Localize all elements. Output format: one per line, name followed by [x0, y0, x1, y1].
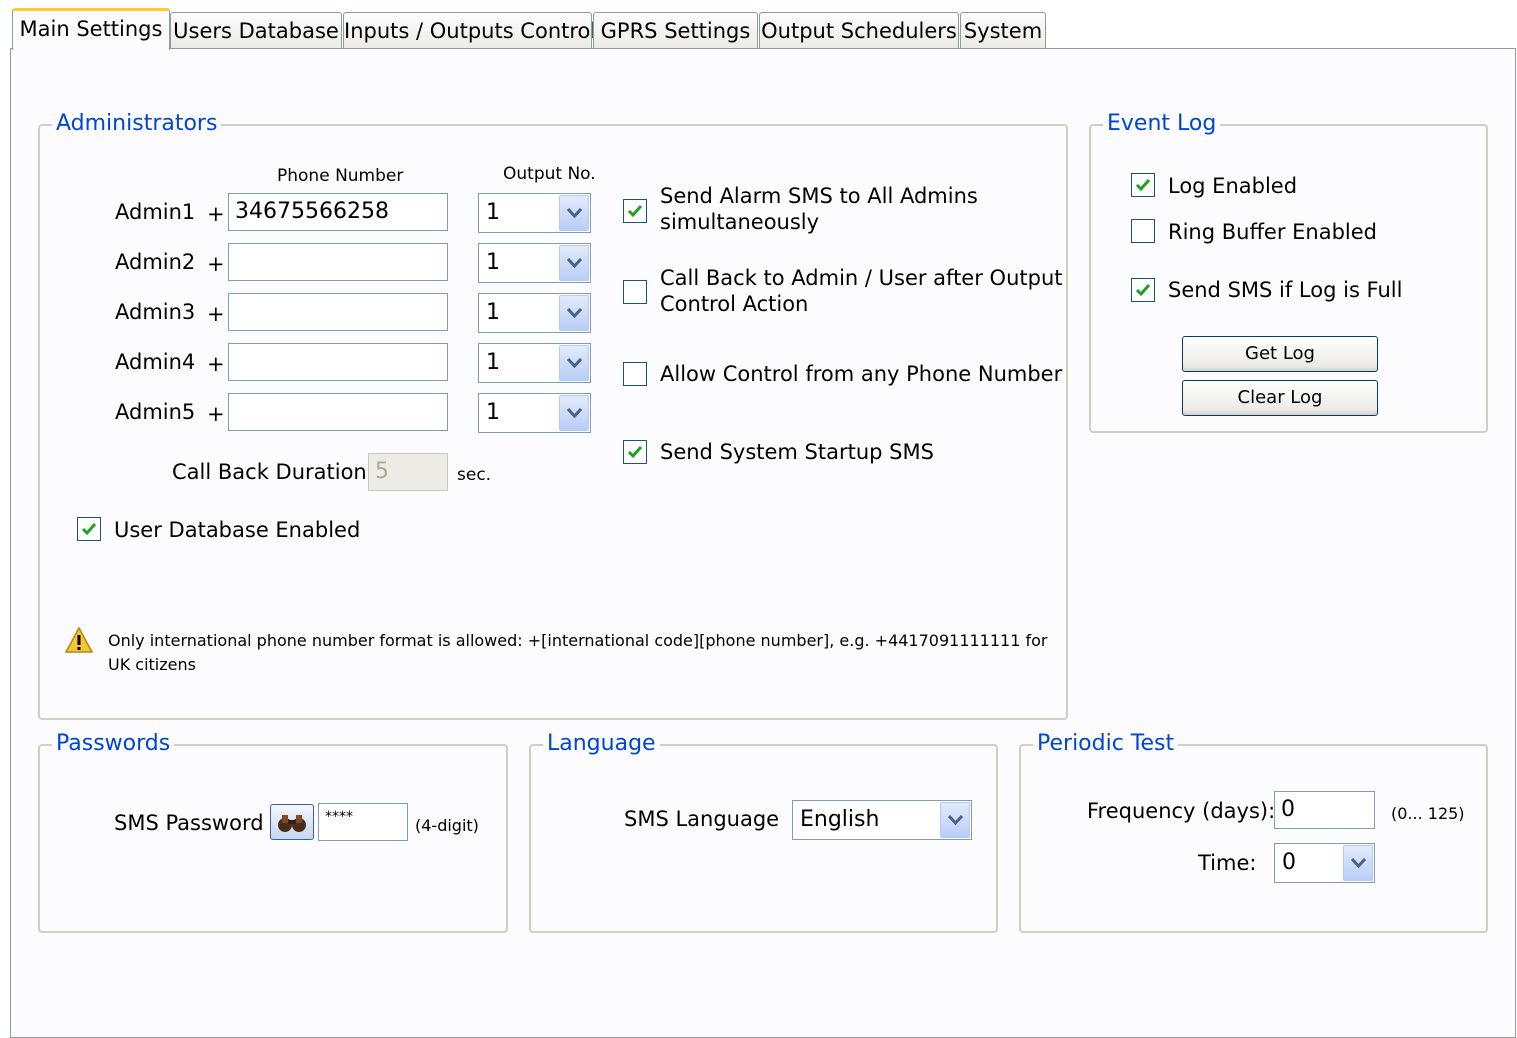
chevron-down-icon[interactable] — [940, 802, 970, 838]
admin2-phone-input[interactable] — [228, 243, 448, 281]
send-alarm-all-admins-label-1: Send Alarm SMS to All Admins — [660, 184, 978, 208]
admin2-label: Admin2 — [115, 250, 196, 274]
callback-unit: sec. — [457, 465, 492, 485]
time-label: Time: — [1198, 851, 1257, 875]
admin5-output-value: 1 — [486, 400, 500, 425]
sms-if-log-full-label: Send SMS if Log is Full — [1168, 278, 1403, 302]
call-back-after-control-label-1: Call Back to Admin / User after Output — [660, 266, 1063, 290]
user-database-checkbox[interactable] — [77, 517, 101, 541]
admin4-output-value: 1 — [486, 350, 500, 375]
frequency-label: Frequency (days): — [1087, 799, 1276, 823]
clear-log-button[interactable]: Clear Log — [1182, 380, 1378, 416]
tab-system[interactable]: System — [960, 12, 1046, 48]
admin3-plus: + — [207, 302, 225, 326]
chevron-down-icon[interactable] — [559, 245, 589, 281]
tab-output-schedulers[interactable]: Output Schedulers — [759, 12, 959, 48]
administrators-title: Administrators — [52, 110, 222, 138]
frequency-range: (0... 125) — [1391, 804, 1465, 823]
periodic-test-title: Periodic Test — [1033, 730, 1179, 758]
warning-icon — [64, 626, 94, 658]
event-log-title: Event Log — [1103, 110, 1221, 138]
chevron-down-icon[interactable] — [559, 345, 589, 381]
warning-text-line2: UK citizens — [108, 655, 196, 674]
sms-password-hint: (4-digit) — [415, 816, 479, 835]
show-password-button[interactable] — [270, 804, 314, 840]
send-alarm-all-admins-checkbox[interactable] — [623, 199, 647, 223]
periodic-test-group: Periodic Test — [1019, 730, 1488, 933]
output-no-header: Output No. — [503, 164, 596, 184]
language-title: Language — [543, 730, 660, 758]
chevron-down-icon[interactable] — [559, 295, 589, 331]
admin1-plus: + — [207, 202, 225, 226]
send-alarm-all-admins-label-2: simultaneously — [660, 210, 820, 234]
callback-duration-label: Call Back Duration — [172, 460, 367, 484]
admin4-label: Admin4 — [115, 350, 196, 374]
sms-password-label: SMS Password — [114, 811, 264, 835]
callback-duration-input: 5 — [368, 453, 448, 491]
admin4-phone-input[interactable] — [228, 343, 448, 381]
tab-gprs-settings[interactable]: GPRS Settings — [593, 12, 758, 48]
chevron-down-icon[interactable] — [1343, 845, 1373, 881]
call-back-after-control-checkbox[interactable] — [623, 280, 647, 304]
time-value: 0 — [1282, 850, 1296, 875]
user-database-label: User Database Enabled — [114, 518, 361, 542]
sms-language-value: English — [800, 807, 880, 832]
warning-text-line1: Only international phone number format i… — [108, 631, 1048, 650]
chevron-down-icon[interactable] — [559, 395, 589, 431]
time-select[interactable]: 0 — [1274, 843, 1375, 883]
admin4-output-select[interactable]: 1 — [478, 343, 591, 383]
admin2-output-value: 1 — [486, 250, 500, 275]
sms-language-select[interactable]: English — [792, 800, 972, 840]
allow-control-any-phone-label: Allow Control from any Phone Number — [660, 362, 1063, 386]
admin1-output-value: 1 — [486, 200, 500, 225]
admin3-output-select[interactable]: 1 — [478, 293, 591, 333]
admin1-phone-input[interactable]: 34675566258 — [228, 193, 448, 231]
tab-inputs-outputs-control[interactable]: Inputs / Outputs Control — [343, 12, 596, 48]
binoculars-icon — [278, 815, 306, 832]
call-back-after-control-label-2: Control Action — [660, 292, 809, 316]
admin3-label: Admin3 — [115, 300, 196, 324]
send-startup-sms-label: Send System Startup SMS — [660, 440, 934, 464]
admin1-output-select[interactable]: 1 — [478, 193, 591, 233]
get-log-button[interactable]: Get Log — [1182, 336, 1378, 372]
admin3-output-value: 1 — [486, 300, 500, 325]
admin4-plus: + — [207, 352, 225, 376]
admin5-phone-input[interactable] — [228, 393, 448, 431]
passwords-title: Passwords — [52, 730, 175, 758]
admin5-plus: + — [207, 402, 225, 426]
frequency-input[interactable]: 0 — [1274, 791, 1375, 829]
admin2-plus: + — [207, 252, 225, 276]
tab-main-settings[interactable]: Main Settings — [12, 8, 170, 50]
admin1-label: Admin1 — [115, 200, 196, 224]
tab-strip: Main Settings Users Database Inputs / Ou… — [10, 8, 1517, 50]
chevron-down-icon[interactable] — [559, 195, 589, 231]
admin2-output-select[interactable]: 1 — [478, 243, 591, 283]
ring-buffer-label: Ring Buffer Enabled — [1168, 220, 1378, 244]
admin3-phone-input[interactable] — [228, 293, 448, 331]
tab-users-database[interactable]: Users Database — [170, 12, 342, 48]
log-enabled-checkbox[interactable] — [1131, 173, 1155, 197]
allow-control-any-phone-checkbox[interactable] — [623, 362, 647, 386]
sms-if-log-full-checkbox[interactable] — [1131, 278, 1155, 302]
admin5-output-select[interactable]: 1 — [478, 393, 591, 433]
log-enabled-label: Log Enabled — [1168, 174, 1298, 198]
admin5-label: Admin5 — [115, 400, 196, 424]
ring-buffer-checkbox[interactable] — [1131, 219, 1155, 243]
sms-password-input[interactable]: **** — [318, 803, 408, 841]
send-startup-sms-checkbox[interactable] — [623, 440, 647, 464]
sms-language-label: SMS Language — [624, 807, 780, 831]
phone-number-header: Phone Number — [277, 166, 404, 186]
